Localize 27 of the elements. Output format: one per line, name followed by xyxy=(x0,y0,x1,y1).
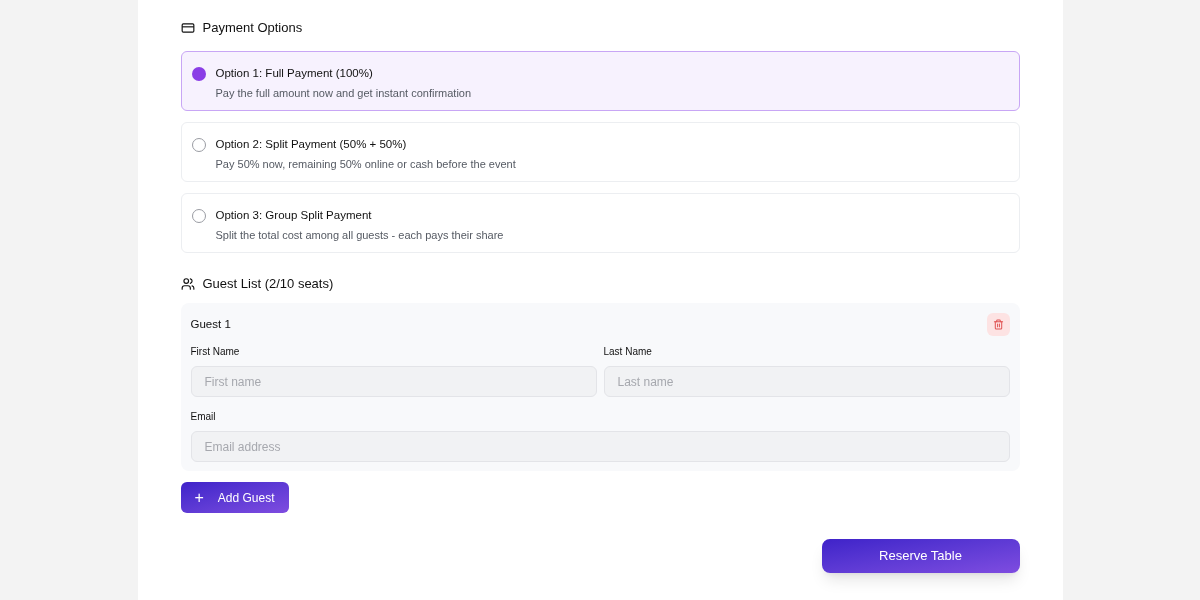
payment-option[interactable]: Option 2: Split Payment (50% + 50%) Pay 50% now, remaining 50% online or cash before the event xyxy=(180,122,1020,182)
radio-button[interactable] xyxy=(191,209,206,223)
field-label: Email xyxy=(190,410,217,424)
radio-button[interactable] xyxy=(191,67,206,81)
trash-icon xyxy=(992,319,1004,330)
payment-option[interactable]: Option 3: Group Split Payment Split the total cost among all guests - each pays their share xyxy=(180,193,1020,253)
section-title: Payment Options xyxy=(202,18,303,37)
option-description: Pay 50% now, remaining 50% online or cash before the event xyxy=(215,157,516,171)
add-guest-button[interactable]: + Add Guest xyxy=(180,482,289,513)
option-description: Split the total cost among all guests - each pays their share xyxy=(215,228,504,242)
reserve-table-button[interactable]: Reserve Table xyxy=(821,539,1020,573)
option-title: Option 3: Group Split Payment xyxy=(215,208,373,222)
input-field[interactable]: Last name xyxy=(603,366,1010,397)
option-title: Option 1: Full Payment (100%) xyxy=(215,66,374,80)
option-description: Pay the full amount now and get instant confirmation xyxy=(215,86,472,100)
option-title: Option 2: Split Payment (50% + 50%) xyxy=(215,137,408,151)
input-field[interactable]: Email address xyxy=(190,431,1010,462)
section-title: Guest List (2/10 seats) xyxy=(202,274,334,293)
radio-button[interactable] xyxy=(191,138,206,152)
credit-card-icon xyxy=(180,20,195,35)
users-icon xyxy=(180,276,195,291)
input-field[interactable]: First name xyxy=(190,366,597,397)
field-label: First Name xyxy=(190,345,241,359)
payment-option[interactable]: Option 1: Full Payment (100%) Pay the full amount now and get instant confirmation xyxy=(180,51,1020,111)
field-label: Last Name xyxy=(603,345,653,359)
guest-title: Guest 1 xyxy=(190,316,231,332)
delete-button[interactable] xyxy=(986,313,1010,336)
